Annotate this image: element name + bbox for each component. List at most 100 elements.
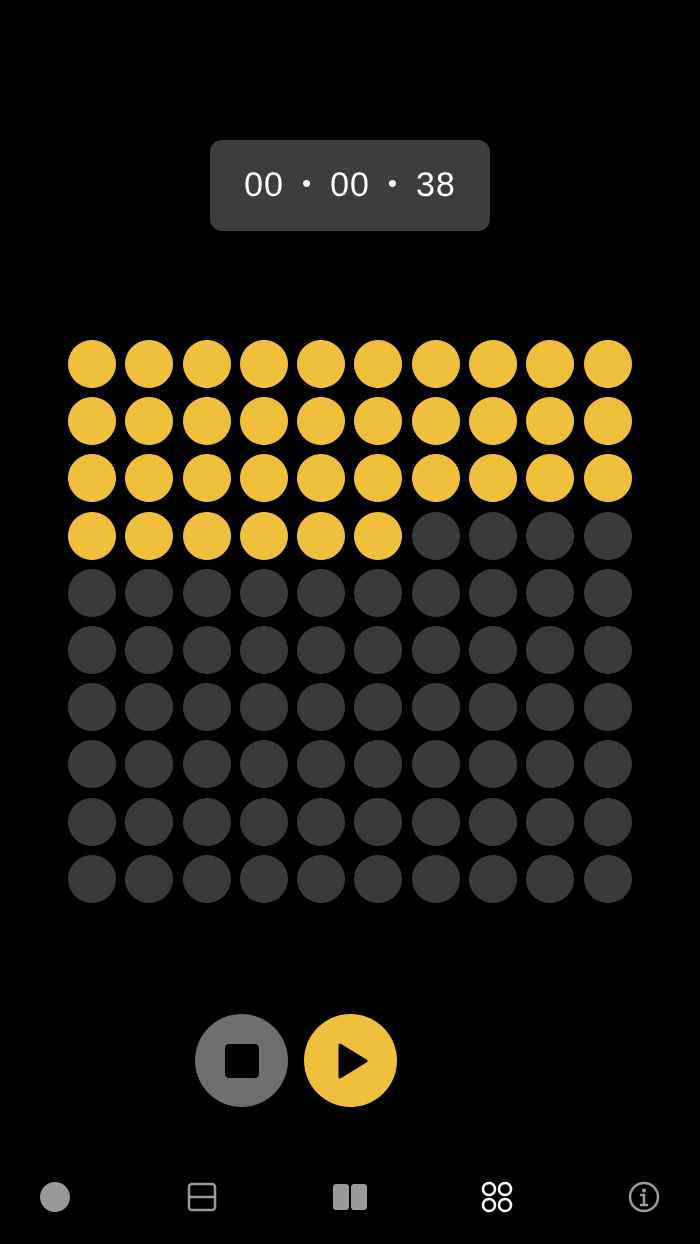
- dot-empty: [526, 568, 575, 617]
- tab-grid[interactable]: [467, 1168, 527, 1226]
- dot-empty: [411, 511, 460, 560]
- dot-filled: [583, 397, 632, 446]
- dot-empty: [182, 797, 231, 846]
- dot-filled: [239, 511, 288, 560]
- dot-filled: [354, 454, 403, 503]
- split-vertical-icon: [333, 1184, 367, 1210]
- dot-filled: [182, 511, 231, 560]
- tab-single-dot[interactable]: [25, 1168, 85, 1226]
- dot-empty: [125, 740, 174, 789]
- dot-empty: [297, 854, 346, 903]
- progress-dot-grid: [68, 340, 632, 903]
- dot-empty: [68, 797, 116, 846]
- dot-empty: [297, 797, 346, 846]
- dot-empty: [182, 625, 231, 674]
- dot-filled: [297, 340, 346, 388]
- dot-filled: [583, 454, 632, 503]
- dot-empty: [125, 568, 174, 617]
- info-icon: [628, 1181, 660, 1213]
- dot-empty: [354, 740, 403, 789]
- dot-empty: [297, 740, 346, 789]
- dot-empty: [239, 683, 288, 732]
- dot-empty: [469, 683, 518, 732]
- dot-empty: [469, 511, 518, 560]
- dot-empty: [297, 683, 346, 732]
- dot-empty: [526, 854, 575, 903]
- dot-empty: [583, 740, 632, 789]
- dot-filled: [68, 511, 116, 560]
- dot-filled: [354, 511, 403, 560]
- timer-separator: •: [301, 168, 313, 198]
- play-button[interactable]: [304, 1014, 397, 1107]
- dot-empty: [526, 625, 575, 674]
- dot-empty: [411, 740, 460, 789]
- dot-filled: [182, 397, 231, 446]
- dot-filled: [469, 454, 518, 503]
- dot-empty: [125, 854, 174, 903]
- dot-filled: [583, 340, 632, 388]
- dot-empty: [125, 683, 174, 732]
- tab-split-vertical[interactable]: [320, 1168, 380, 1226]
- dot-filled: [354, 397, 403, 446]
- dot-empty: [125, 625, 174, 674]
- dot-filled: [411, 454, 460, 503]
- dot-filled: [526, 397, 575, 446]
- dot-empty: [239, 625, 288, 674]
- dot-filled: [469, 340, 518, 388]
- dot-filled: [125, 454, 174, 503]
- dot-empty: [583, 683, 632, 732]
- dot-filled: [469, 397, 518, 446]
- dot-filled: [125, 397, 174, 446]
- dot-empty: [583, 625, 632, 674]
- timer-minutes: 00: [330, 166, 370, 204]
- tab-info[interactable]: [614, 1168, 674, 1226]
- dot-filled: [354, 340, 403, 388]
- dot-empty: [411, 854, 460, 903]
- dot-empty: [239, 740, 288, 789]
- dot-empty: [125, 797, 174, 846]
- circle-icon: [40, 1182, 70, 1212]
- dot-empty: [182, 740, 231, 789]
- dot-empty: [526, 740, 575, 789]
- dot-empty: [583, 568, 632, 617]
- dot-empty: [182, 683, 231, 732]
- dot-empty: [68, 854, 116, 903]
- stop-button[interactable]: [195, 1014, 288, 1107]
- timer-seconds: 38: [416, 166, 456, 204]
- dot-empty: [182, 568, 231, 617]
- dot-empty: [526, 511, 575, 560]
- tab-split-horizontal[interactable]: [172, 1168, 232, 1226]
- dot-empty: [182, 854, 231, 903]
- timer-display: 00 • 00 • 38: [210, 140, 490, 231]
- dot-empty: [411, 625, 460, 674]
- dot-empty: [469, 854, 518, 903]
- split-horizontal-icon: [187, 1182, 217, 1212]
- dot-empty: [297, 625, 346, 674]
- dot-empty: [239, 854, 288, 903]
- dot-filled: [125, 511, 174, 560]
- dot-filled: [411, 340, 460, 388]
- dot-empty: [68, 625, 116, 674]
- dot-filled: [297, 397, 346, 446]
- dot-empty: [469, 625, 518, 674]
- dot-empty: [469, 797, 518, 846]
- dot-filled: [125, 340, 174, 388]
- dot-empty: [68, 568, 116, 617]
- timer-hours: 00: [244, 166, 284, 204]
- dot-empty: [354, 854, 403, 903]
- dot-empty: [411, 797, 460, 846]
- dot-filled: [526, 454, 575, 503]
- dot-empty: [354, 683, 403, 732]
- dot-empty: [411, 568, 460, 617]
- dot-empty: [583, 854, 632, 903]
- dot-filled: [526, 340, 575, 388]
- dot-empty: [411, 683, 460, 732]
- dot-empty: [526, 797, 575, 846]
- stop-icon: [224, 1043, 259, 1078]
- dot-empty: [354, 568, 403, 617]
- tab-bar: [0, 1168, 700, 1226]
- dot-filled: [297, 454, 346, 503]
- dot-filled: [68, 340, 116, 388]
- dot-filled: [239, 340, 288, 388]
- dot-empty: [469, 568, 518, 617]
